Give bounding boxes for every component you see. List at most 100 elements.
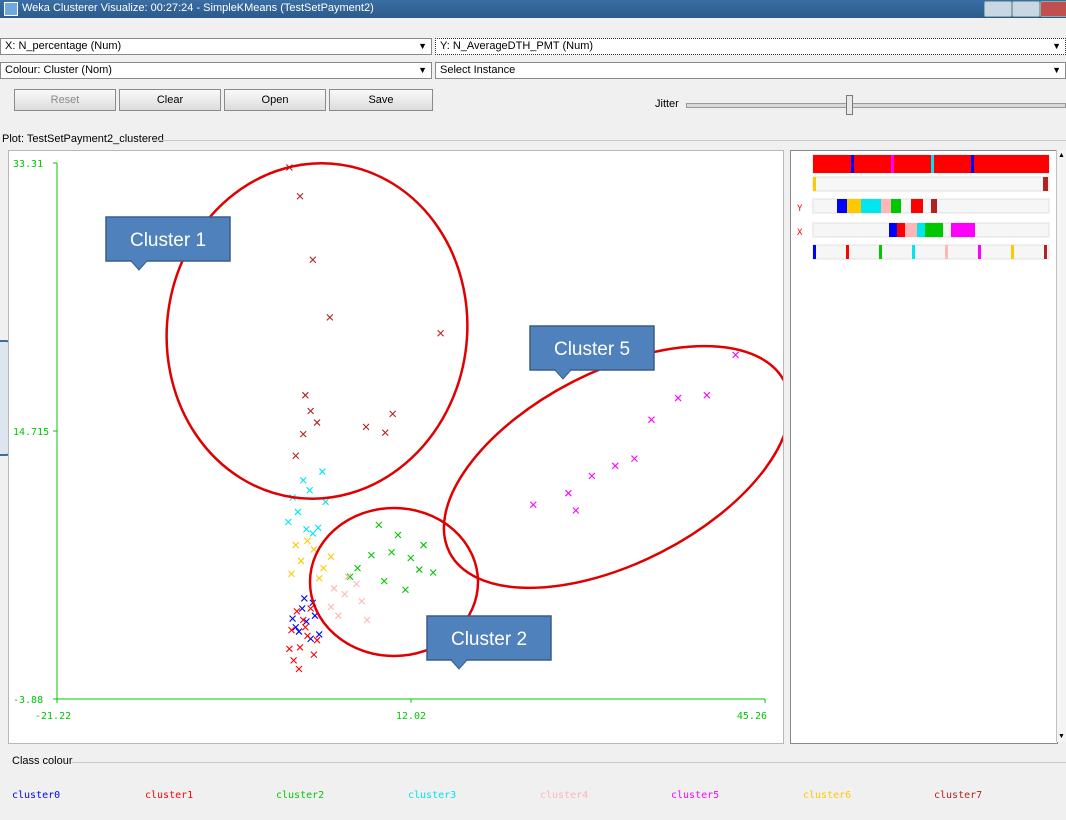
- legend-item-cluster6[interactable]: cluster6: [803, 790, 851, 801]
- data-point[interactable]: [674, 394, 682, 402]
- data-point[interactable]: [394, 531, 402, 539]
- data-point[interactable]: [285, 645, 293, 653]
- data-point[interactable]: [565, 489, 572, 497]
- data-point[interactable]: [367, 551, 375, 559]
- data-point[interactable]: [354, 564, 361, 572]
- data-point[interactable]: [327, 553, 335, 560]
- data-point[interactable]: [631, 455, 638, 462]
- data-point[interactable]: [330, 584, 338, 592]
- data-point[interactable]: [300, 595, 308, 602]
- data-point[interactable]: [381, 429, 389, 437]
- data-point[interactable]: [292, 541, 300, 549]
- attribute-bars[interactable]: YX: [791, 151, 1057, 743]
- data-point[interactable]: [298, 605, 306, 612]
- data-point[interactable]: [294, 508, 302, 516]
- colour-select[interactable]: Colour: Cluster (Nom) ▼: [0, 62, 432, 79]
- data-point[interactable]: [310, 651, 318, 658]
- clear-button[interactable]: Clear: [119, 89, 221, 111]
- data-point[interactable]: [611, 462, 619, 470]
- instance-select[interactable]: Select Instance ▼: [435, 62, 1066, 79]
- data-point[interactable]: [529, 501, 537, 509]
- data-point[interactable]: [295, 665, 303, 673]
- legend-item-cluster2[interactable]: cluster2: [276, 790, 324, 801]
- data-point[interactable]: [301, 391, 309, 399]
- data-point[interactable]: [388, 548, 396, 556]
- data-point[interactable]: [420, 541, 427, 549]
- data-point[interactable]: [320, 564, 327, 572]
- legend-item-cluster4[interactable]: cluster4: [540, 790, 588, 801]
- data-point[interactable]: [327, 603, 335, 611]
- data-point[interactable]: [303, 525, 310, 533]
- side-panel-scrollbar[interactable]: ▲ ▼: [1056, 150, 1066, 742]
- attribute-bars-panel[interactable]: YX: [790, 150, 1058, 744]
- attribute-bar-1[interactable]: [812, 176, 1050, 192]
- data-point[interactable]: [572, 507, 580, 514]
- data-point[interactable]: [315, 631, 323, 638]
- data-point[interactable]: [290, 656, 298, 664]
- maximize-button[interactable]: [1012, 1, 1040, 17]
- legend-item-cluster5[interactable]: cluster5: [671, 790, 719, 801]
- data-point[interactable]: [299, 430, 307, 438]
- scatter-plot[interactable]: -3.88 14.715 33.31 -21.22 12.02 45.26 Cluster…: [9, 151, 792, 743]
- data-point[interactable]: [407, 554, 415, 562]
- data-point[interactable]: [319, 468, 326, 475]
- save-button[interactable]: Save: [329, 89, 433, 111]
- legend-item-cluster3[interactable]: cluster3: [408, 790, 456, 801]
- data-point[interactable]: [313, 419, 321, 426]
- reset-button[interactable]: Reset: [14, 89, 116, 111]
- data-point[interactable]: [309, 530, 317, 537]
- data-point[interactable]: [297, 557, 305, 565]
- data-point[interactable]: [588, 472, 596, 480]
- data-point[interactable]: [306, 486, 314, 494]
- data-point[interactable]: [309, 256, 317, 264]
- data-point[interactable]: [732, 351, 739, 359]
- legend-item-cluster1[interactable]: cluster1: [145, 790, 193, 801]
- data-point[interactable]: [315, 574, 323, 582]
- data-point[interactable]: [437, 329, 444, 337]
- data-point[interactable]: [293, 607, 301, 615]
- data-point[interactable]: [358, 597, 366, 605]
- data-point[interactable]: [703, 391, 711, 399]
- data-point[interactable]: [288, 570, 295, 578]
- data-point[interactable]: [402, 586, 409, 594]
- legend-item-cluster0[interactable]: cluster0: [12, 790, 60, 801]
- data-point[interactable]: [307, 605, 315, 612]
- data-point[interactable]: [313, 636, 321, 644]
- data-point[interactable]: [304, 632, 311, 640]
- minimize-button[interactable]: [984, 1, 1012, 17]
- jitter-slider-thumb[interactable]: [845, 95, 853, 115]
- data-point[interactable]: [304, 537, 311, 545]
- data-point[interactable]: [375, 521, 383, 529]
- data-point[interactable]: [314, 524, 322, 532]
- data-point[interactable]: [289, 615, 296, 622]
- y-axis-select[interactable]: Y: N_AverageDTH_PMT (Num) ▼: [435, 38, 1066, 55]
- data-point[interactable]: [334, 612, 342, 620]
- scroll-down-icon[interactable]: ▼: [1058, 733, 1065, 740]
- data-point[interactable]: [429, 569, 437, 576]
- data-point[interactable]: [415, 566, 423, 573]
- open-button[interactable]: Open: [224, 89, 326, 111]
- data-point[interactable]: [299, 476, 307, 484]
- data-point[interactable]: [341, 590, 349, 598]
- data-point[interactable]: [648, 416, 655, 424]
- x-axis-select[interactable]: X: N_percentage (Num) ▼: [0, 38, 432, 55]
- data-point[interactable]: [353, 580, 360, 588]
- data-point[interactable]: [363, 616, 371, 624]
- close-button[interactable]: [1040, 1, 1066, 17]
- data-point[interactable]: [296, 192, 304, 200]
- data-point[interactable]: [389, 410, 397, 418]
- data-point[interactable]: [296, 644, 304, 651]
- data-point[interactable]: [292, 452, 300, 460]
- data-point[interactable]: [326, 313, 334, 321]
- data-point[interactable]: [322, 498, 329, 506]
- data-point[interactable]: [295, 628, 303, 635]
- data-point[interactable]: [307, 407, 315, 415]
- legend-item-cluster7[interactable]: cluster7: [934, 790, 982, 801]
- data-point[interactable]: [380, 577, 388, 585]
- data-point[interactable]: [284, 518, 292, 526]
- plot-panel[interactable]: -3.88 14.715 33.31 -21.22 12.02 45.26 Cluster…: [8, 150, 792, 744]
- data-point[interactable]: [362, 423, 370, 431]
- scroll-up-icon[interactable]: ▲: [1058, 152, 1065, 159]
- jitter-slider-track[interactable]: [686, 103, 1066, 108]
- data-point[interactable]: [301, 623, 309, 631]
